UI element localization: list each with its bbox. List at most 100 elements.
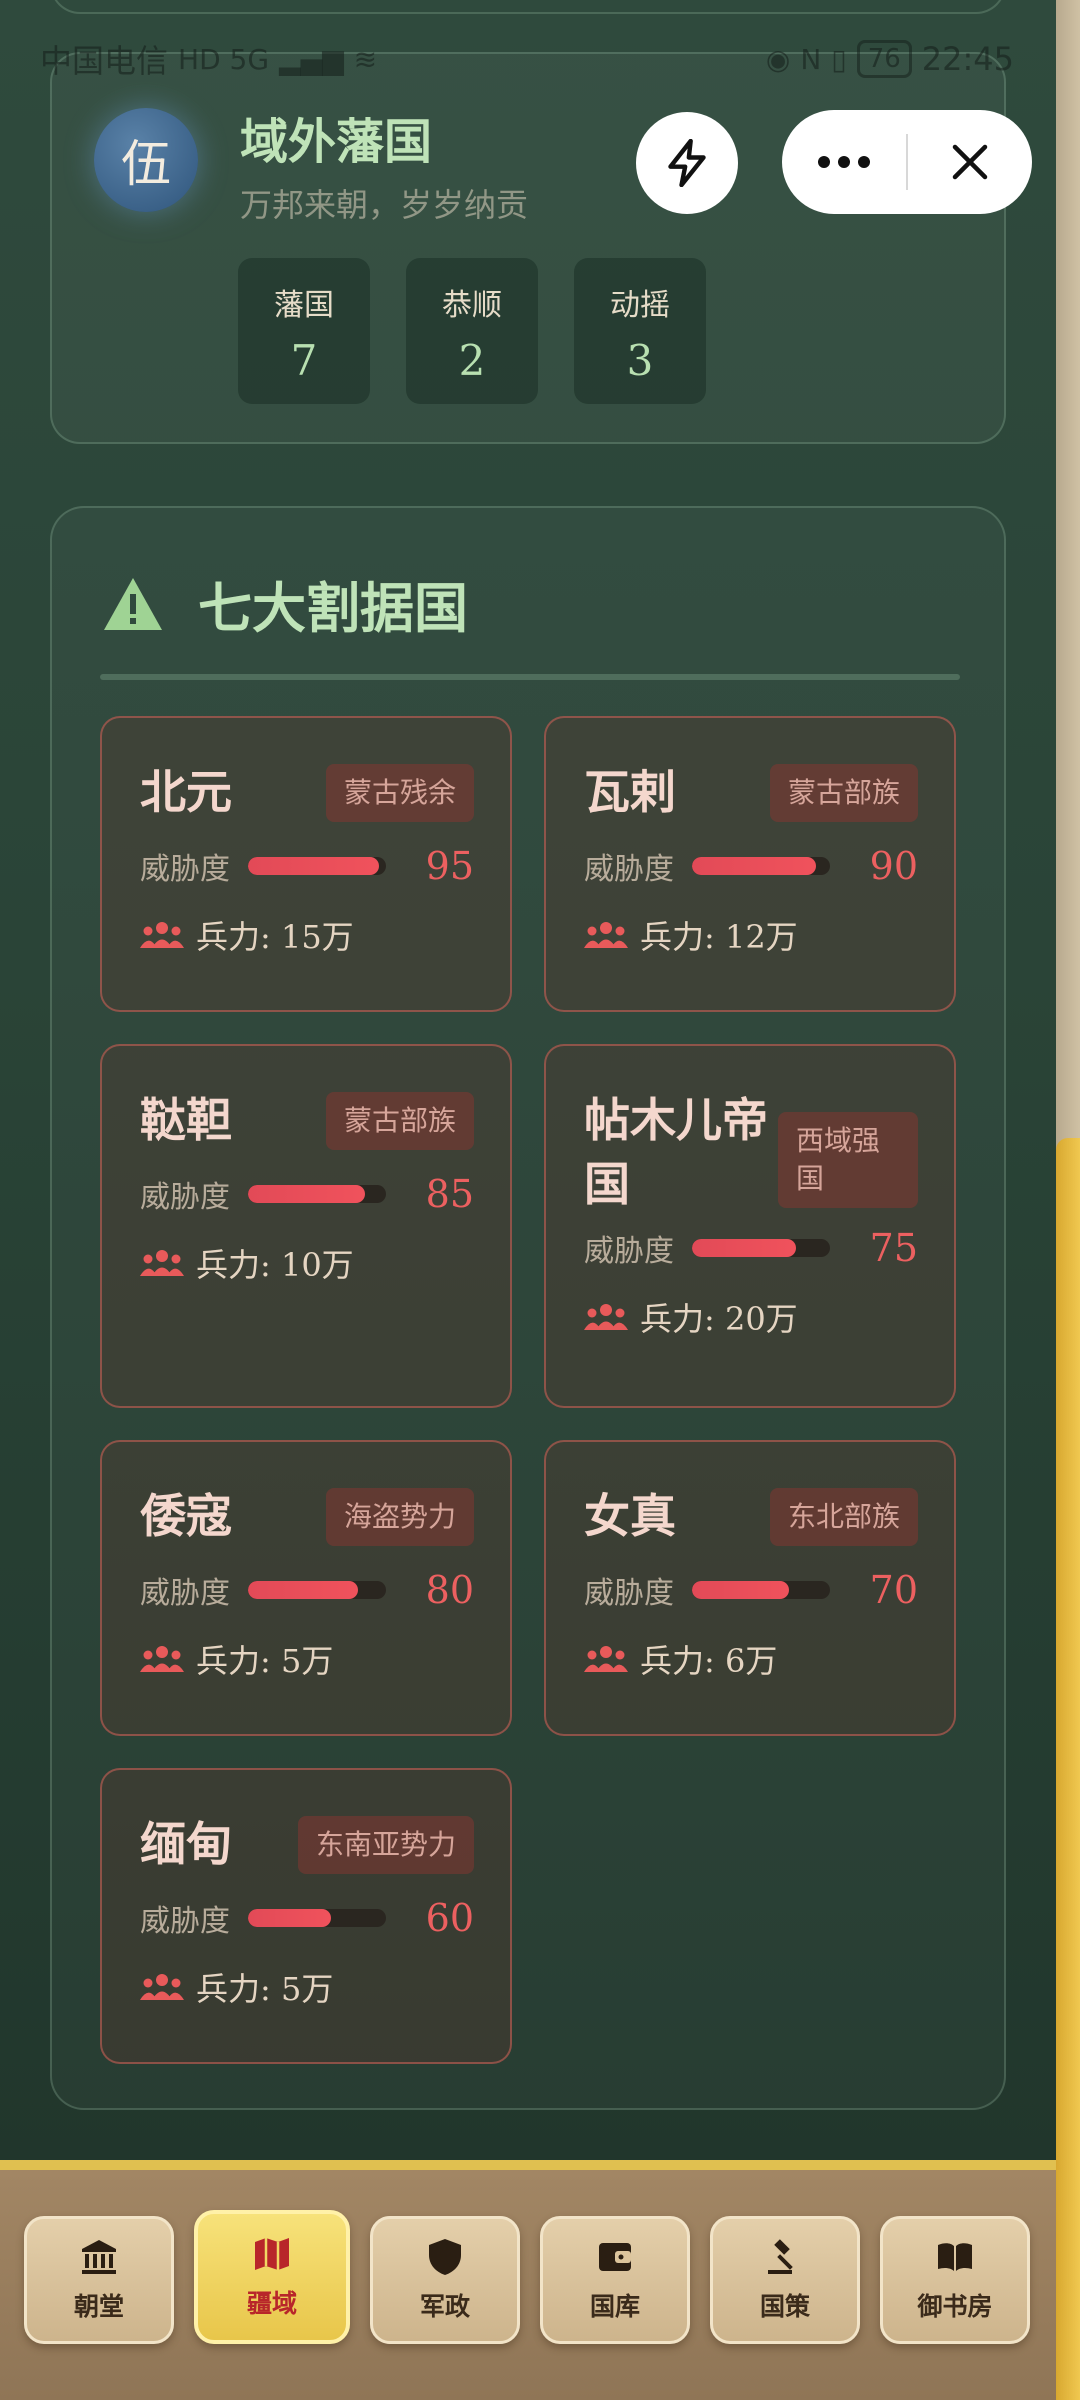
threat-bar-fill: [692, 1239, 796, 1257]
shield-icon: [429, 2239, 461, 2275]
country-name: 瓦剌: [584, 765, 676, 819]
vibrate-icon: ▯: [831, 42, 847, 76]
threat-bar: [248, 1581, 386, 1599]
troops-label: 兵力: 5万: [196, 1642, 334, 1680]
stat-label: 动摇: [610, 288, 670, 323]
people-icon: [584, 1304, 628, 1330]
country-tag: 东北部族: [769, 1488, 918, 1546]
threat-label: 威胁度: [584, 852, 674, 887]
nav-item-study[interactable]: 御书房: [880, 2216, 1030, 2344]
section-title: 七大割据国: [198, 576, 468, 640]
country-card[interactable]: 女真 东北部族 威胁度 70 兵力: 6万: [544, 1440, 956, 1736]
threat-bar: [248, 1185, 386, 1203]
battery-indicator: 76: [856, 40, 912, 78]
threat-bar: [692, 857, 830, 875]
stat-value: 7: [290, 336, 318, 385]
threat-bar-fill: [248, 1909, 331, 1927]
threat-bar: [692, 1239, 830, 1257]
threat-value: 75: [869, 1226, 918, 1270]
nav-item-policy[interactable]: 国策: [710, 2216, 860, 2344]
threat-value: 70: [869, 1568, 918, 1612]
threat-bar: [692, 1581, 830, 1599]
country-tag: 蒙古残余: [325, 764, 474, 822]
threat-bar: [248, 1909, 386, 1927]
warning-icon: [104, 577, 162, 630]
country-tag: 蒙古部族: [769, 764, 918, 822]
threat-value: 80: [425, 1568, 474, 1612]
stat-label: 恭顺: [442, 288, 502, 323]
scrollbar-thumb[interactable]: [1056, 1138, 1080, 2400]
troops-label: 兵力: 15万: [196, 918, 354, 956]
threat-value: 95: [425, 844, 474, 888]
close-button[interactable]: [908, 110, 1032, 214]
country-grid: 北元 蒙古残余 威胁度 95 兵力: 15万 瓦剌 蒙古部族 威胁度 90 兵力…: [100, 716, 962, 2064]
section-header: 七大割据国: [102, 564, 468, 643]
book-icon: [938, 2243, 972, 2271]
capsule-menu: [782, 110, 1032, 214]
threat-label: 威胁度: [140, 1180, 230, 1215]
country-tag: 东南亚势力: [297, 1816, 474, 1874]
nav-item-military[interactable]: 军政: [370, 2216, 520, 2344]
country-card[interactable]: 瓦剌 蒙古部族 威胁度 90 兵力: 12万: [544, 716, 956, 1012]
nfc-icon: N: [800, 42, 822, 76]
court-icon: [82, 2240, 116, 2274]
nav-item-territory[interactable]: 疆域: [194, 2210, 350, 2344]
threat-bar: [248, 857, 386, 875]
stat-value: 2: [458, 336, 486, 385]
threat-label: 威胁度: [140, 1576, 230, 1611]
country-tag: 蒙古部族: [325, 1092, 474, 1150]
wifi-icon: ≋: [353, 42, 378, 76]
nav-label: 疆域: [246, 2289, 297, 2318]
country-card[interactable]: 缅甸 东南亚势力 威胁度 60 兵力: 5万: [100, 1768, 512, 2064]
lightning-button[interactable]: [636, 112, 738, 214]
nav-label: 御书房: [917, 2292, 993, 2321]
avatar: 伍: [94, 108, 198, 212]
nav-label: 军政: [419, 2292, 470, 2321]
people-icon: [140, 1974, 184, 2000]
nav-label: 朝堂: [73, 2292, 124, 2321]
country-card[interactable]: 鞑靼 蒙古部族 威胁度 85 兵力: 10万: [100, 1044, 512, 1408]
carrier-label: 中国电信: [40, 42, 169, 80]
page-subtitle: 万邦来朝，岁岁纳贡: [240, 186, 529, 224]
threat-label: 威胁度: [584, 1576, 674, 1611]
country-tag: 海盗势力: [325, 1488, 474, 1546]
map-icon: [255, 2238, 289, 2270]
stat-loyal: 恭顺 2: [406, 258, 538, 404]
people-icon: [584, 922, 628, 948]
troops-label: 兵力: 12万: [640, 918, 798, 956]
stat-vassals: 藩国 7: [238, 258, 370, 404]
threat-value: 60: [425, 1896, 474, 1940]
nav-item-treasury[interactable]: 国库: [540, 2216, 690, 2344]
threat-label: 威胁度: [584, 1234, 674, 1269]
threat-label: 威胁度: [140, 852, 230, 887]
country-card[interactable]: 倭寇 海盗势力 威胁度 80 兵力: 5万: [100, 1440, 512, 1736]
troops-label: 兵力: 20万: [640, 1300, 798, 1338]
lightning-icon: [668, 139, 706, 187]
country-name: 鞑靼: [140, 1093, 232, 1147]
stat-wavering: 动摇 3: [574, 258, 706, 404]
threat-bar-fill: [692, 857, 817, 875]
troops-label: 兵力: 5万: [196, 1970, 334, 2008]
people-icon: [140, 1250, 184, 1276]
threat-label: 威胁度: [140, 1904, 230, 1939]
close-icon: [952, 144, 988, 180]
nav-label: 国库: [589, 2292, 640, 2321]
stat-label: 藩国: [274, 288, 334, 323]
country-tag: 西域强国: [778, 1112, 918, 1208]
people-icon: [140, 922, 184, 948]
bottom-nav: 朝堂 疆域 军政 国库 国策 御书房: [0, 2160, 1056, 2400]
more-button[interactable]: [782, 110, 906, 214]
threat-value: 85: [425, 1172, 474, 1216]
nav-label: 国策: [759, 2292, 810, 2321]
troops-label: 兵力: 6万: [640, 1642, 778, 1680]
threat-bar-fill: [248, 1581, 359, 1599]
country-card[interactable]: 帖木儿帝国 西域强国 威胁度 75 兵力: 20万: [544, 1044, 956, 1408]
eye-icon: ◉: [765, 42, 791, 76]
signal-icon: ▂▄▆: [279, 42, 344, 76]
threat-bar-fill: [692, 1581, 789, 1599]
more-icon: [818, 156, 870, 168]
network-label: HD 5G: [178, 42, 270, 76]
nav-item-court[interactable]: 朝堂: [24, 2216, 174, 2344]
threat-bar-fill: [248, 857, 380, 875]
country-card[interactable]: 北元 蒙古残余 威胁度 95 兵力: 15万: [100, 716, 512, 1012]
